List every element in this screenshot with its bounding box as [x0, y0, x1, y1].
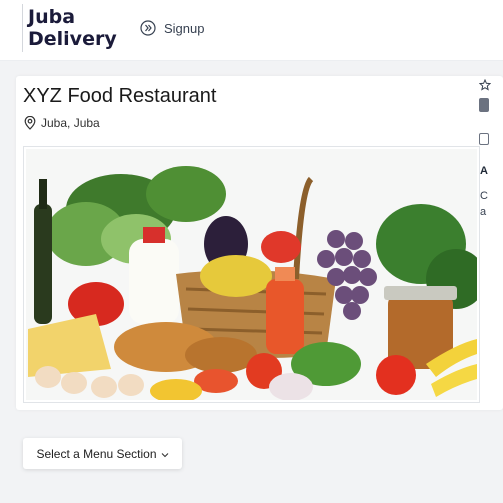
restaurant-name: XYZ Food Restaurant — [23, 85, 217, 107]
restaurant-location: Juba, Juba — [24, 116, 100, 130]
location-text: Juba, Juba — [41, 116, 100, 130]
signup-label: Signup — [164, 20, 205, 36]
top-bar: Juba Delivery Signup — [0, 0, 503, 61]
side-text-line-1: C — [480, 190, 488, 202]
menu-section-select[interactable]: Select a Menu Section — [23, 438, 182, 469]
side-text-line-2: a — [480, 206, 487, 218]
menu-section-label: Select a Menu Section — [36, 446, 157, 461]
rating-badge — [479, 98, 489, 112]
brand-logo[interactable]: Juba Delivery — [28, 6, 117, 50]
side-heading: A — [480, 165, 488, 177]
map-pin-icon — [24, 116, 36, 130]
info-button[interactable] — [479, 133, 489, 145]
star-outline-icon[interactable] — [478, 78, 492, 96]
signup-link[interactable]: Signup — [140, 20, 204, 36]
food-image — [26, 149, 477, 400]
circle-double-chevron-right-icon — [140, 20, 156, 36]
brand-line-2: Delivery — [28, 28, 117, 50]
brand-divider — [22, 4, 23, 52]
restaurant-photo — [23, 146, 480, 403]
chevron-down-icon — [161, 447, 169, 461]
brand-line-1: Juba — [28, 6, 76, 28]
restaurant-card: XYZ Food Restaurant Juba, Juba — [16, 76, 503, 410]
